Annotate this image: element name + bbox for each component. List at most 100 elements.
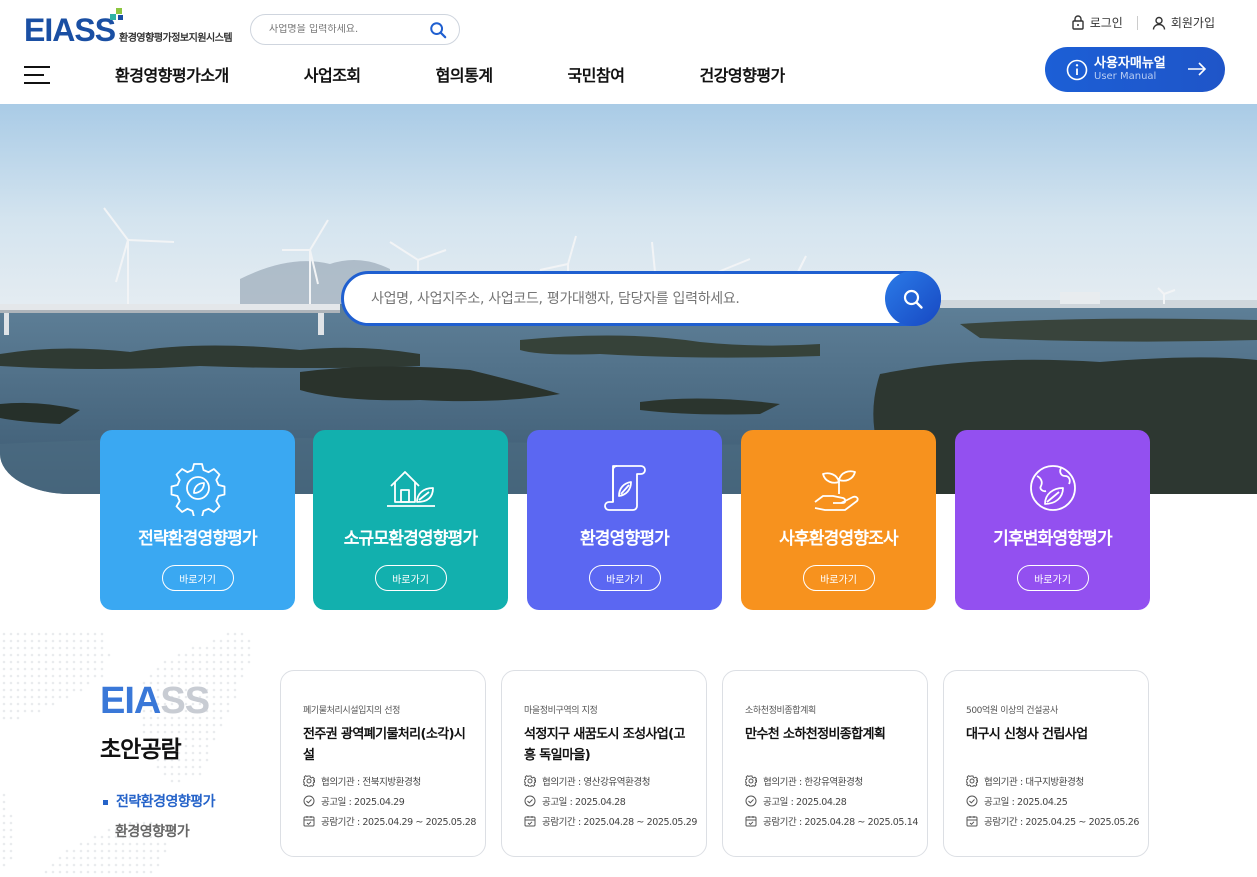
notice-period-text: 공람기간 : 2025.04.29 ~ 2025.05.28: [321, 817, 476, 828]
category-card-climate[interactable]: 기후변화영향평가 바로가기: [955, 430, 1150, 610]
house-leaf-icon: [386, 471, 435, 507]
notice-date-text: 공고일 : 2025.04.28: [542, 797, 626, 808]
manual-subtitle: User Manual: [1094, 71, 1157, 82]
gear-icon: [745, 775, 757, 787]
notice-period-text: 공람기간 : 2025.04.28 ~ 2025.05.14: [763, 817, 918, 828]
notice-period-text: 공람기간 : 2025.04.25 ~ 2025.05.26: [984, 817, 1139, 828]
eiass-brand: EIASS: [100, 680, 210, 723]
nav-item-project-search[interactable]: 사업조회: [304, 62, 361, 86]
category-title: 소규모환경영향평가: [343, 529, 478, 549]
scroll-leaf-icon: [603, 465, 646, 511]
category-card-small-scale[interactable]: 소규모환경영향평가 바로가기: [313, 430, 508, 610]
hero-search-bar[interactable]: [341, 271, 941, 326]
notice-card[interactable]: 500억원 이상의 건설공사 대구시 신청사 건립사업 협의기관 : 대구지방환…: [943, 670, 1149, 857]
login-link[interactable]: 로그인: [1071, 14, 1123, 31]
util-divider: [1136, 15, 1138, 30]
main-nav: 환경영향평가소개 사업조회 협의통계 국민참여 건강영향평가: [115, 62, 785, 86]
menu-icon[interactable]: [24, 66, 50, 84]
info-icon: [1066, 59, 1088, 80]
logo-subtitle: 환경영향평가정보지원시스템: [119, 33, 233, 44]
notice-agency: 협의기관 : 전북지방환경청: [303, 774, 421, 788]
header: EIASS 환경영향평가정보지원시스템 환경영향평가소개 사업조회 협의통계 국…: [0, 0, 1257, 104]
notice-date: 공고일 : 2025.04.25: [966, 794, 1068, 808]
notice-title: 전주권 광역폐기물처리(소각)시설: [303, 727, 466, 763]
notice-agency-text: 협의기관 : 대구지방환경청: [984, 777, 1084, 788]
category-title: 환경영향평가: [579, 529, 670, 549]
category-card-strategic[interactable]: 전략환경영향평가 바로가기: [100, 430, 295, 610]
util-links: 로그인 회원가입: [1071, 14, 1215, 31]
notice-date-text: 공고일 : 2025.04.29: [321, 797, 405, 808]
notice-agency-text: 협의기관 : 전북지방환경청: [321, 777, 421, 788]
notice-title: 대구시 신청사 건립사업: [966, 727, 1088, 742]
category-card-post-survey[interactable]: 사후환경영향조사 바로가기: [741, 430, 936, 610]
header-search[interactable]: [250, 14, 460, 45]
hero-search-input[interactable]: [371, 290, 871, 307]
notice-period-text: 공람기간 : 2025.04.28 ~ 2025.05.29: [542, 817, 697, 828]
login-label: 로그인: [1089, 16, 1123, 30]
notice-category: 마을정비구역의 지정: [524, 706, 598, 716]
tab-strategic[interactable]: 전략환경영향평가: [103, 791, 216, 811]
globe-leaf-icon: [1029, 465, 1076, 511]
notice-title: 석정지구 새꿈도시 조성사업(고흥 독일마을): [524, 727, 685, 763]
check-circle-icon: [524, 795, 536, 807]
search-icon[interactable]: [429, 21, 447, 39]
notice-period: 공람기간 : 2025.04.29 ~ 2025.05.28: [303, 814, 476, 828]
gear-icon: [524, 775, 536, 787]
notice-period: 공람기간 : 2025.04.28 ~ 2025.05.29: [524, 814, 697, 828]
gear-leaf-icon: [170, 463, 225, 516]
notice-card[interactable]: 폐기물처리시설입지의 선정 전주권 광역폐기물처리(소각)시설 협의기관 : 전…: [280, 670, 486, 857]
notice-date: 공고일 : 2025.04.28: [745, 794, 847, 808]
check-circle-icon: [303, 795, 315, 807]
tab-eia[interactable]: 환경영향평가: [115, 821, 190, 841]
header-search-input[interactable]: [269, 24, 419, 35]
category-card-eia[interactable]: 환경영향평가 바로가기: [527, 430, 722, 610]
notice-category: 500억원 이상의 건설공사: [966, 706, 1058, 716]
page: EIASS 환경영향평가정보지원시스템 환경영향평가소개 사업조회 협의통계 국…: [0, 0, 1257, 877]
gear-icon: [966, 775, 978, 787]
shortcut-button[interactable]: 바로가기: [161, 565, 234, 591]
eiass-brand-part-b: SS: [160, 680, 210, 722]
notice-date: 공고일 : 2025.04.28: [524, 794, 626, 808]
logo-squares-icon: [110, 8, 126, 22]
category-title: 전략환경영향평가: [138, 529, 258, 549]
calendar-icon: [524, 816, 536, 827]
notice-card[interactable]: 소하천정비종합계획 만수천 소하천정비종합계획 협의기관 : 한강유역환경청 공…: [722, 670, 928, 857]
manual-title: 사용자매뉴얼: [1094, 56, 1166, 71]
nav-item-participation[interactable]: 국민참여: [568, 62, 625, 86]
shortcut-button[interactable]: 바로가기: [802, 565, 875, 591]
notice-date: 공고일 : 2025.04.29: [303, 794, 405, 808]
arrow-right-icon: [1188, 62, 1207, 76]
nav-item-intro[interactable]: 환경영향평가소개: [115, 62, 229, 86]
gear-icon: [303, 775, 315, 787]
notice-agency-text: 협의기관 : 한강유역환경청: [763, 777, 863, 788]
hand-sprout-icon: [813, 470, 859, 511]
nav-item-statistics[interactable]: 협의통계: [436, 62, 493, 86]
notice-date-text: 공고일 : 2025.04.25: [984, 797, 1068, 808]
calendar-icon: [303, 816, 315, 827]
check-circle-icon: [745, 795, 757, 807]
notice-agency-text: 협의기관 : 영산강유역환경청: [542, 777, 651, 788]
nav-item-health[interactable]: 건강영향평가: [699, 62, 785, 86]
search-icon: [903, 289, 923, 309]
calendar-icon: [745, 816, 757, 827]
eiass-brand-part-a: EIA: [100, 680, 161, 722]
notice-category: 소하천정비종합계획: [745, 706, 816, 716]
notice-agency: 협의기관 : 영산강유역환경청: [524, 774, 651, 788]
notice-card[interactable]: 마을정비구역의 지정 석정지구 새꿈도시 조성사업(고흥 독일마을) 협의기관 …: [501, 670, 707, 857]
shortcut-button[interactable]: 바로가기: [374, 565, 447, 591]
notice-title: 만수천 소하천정비종합계획: [745, 727, 886, 742]
signup-link[interactable]: 회원가입: [1152, 14, 1215, 31]
notice-agency: 협의기관 : 대구지방환경청: [966, 774, 1084, 788]
shortcut-button[interactable]: 바로가기: [1016, 565, 1089, 591]
logo-text: EIASS: [24, 12, 116, 48]
hero-search-button[interactable]: [885, 271, 941, 326]
shortcut-button[interactable]: 바로가기: [588, 565, 661, 591]
calendar-icon: [966, 816, 978, 827]
category-title: 사후환경영향조사: [779, 529, 899, 549]
lock-icon: [1072, 15, 1084, 30]
logo[interactable]: EIASS 환경영향평가정보지원시스템: [24, 8, 233, 48]
user-manual-button[interactable]: 사용자매뉴얼 User Manual: [1045, 47, 1225, 92]
notice-category: 폐기물처리시설입지의 선정: [303, 706, 401, 716]
category-title: 기후변화영향평가: [993, 529, 1113, 549]
notice-date-text: 공고일 : 2025.04.28: [763, 797, 847, 808]
